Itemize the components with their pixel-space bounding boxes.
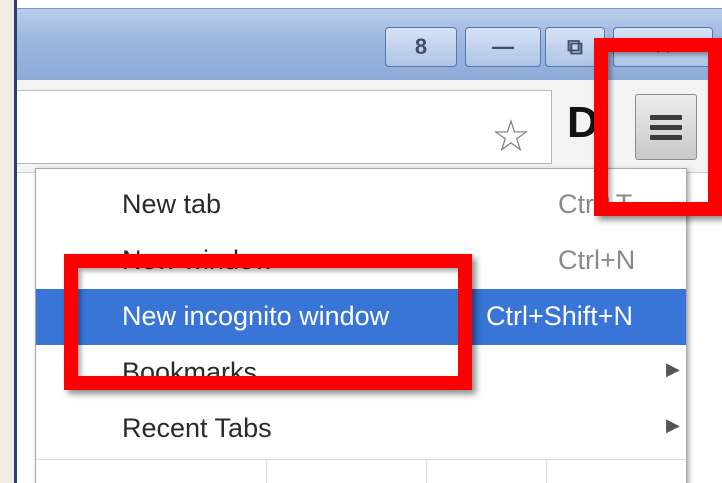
minimize-button[interactable]: — [465, 27, 541, 67]
menu-item-new-tab[interactable]: New tab Ctrl+T [36, 177, 686, 233]
annotation-box-menu-button [594, 38, 722, 216]
minimize-icon: — [492, 34, 514, 59]
menu-item-recent-tabs[interactable]: Recent Tabs ▶ [36, 401, 686, 457]
submenu-arrow-icon: ▶ [666, 359, 680, 379]
submenu-arrow-icon: ▶ [666, 415, 680, 435]
window-top-edge [17, 0, 722, 8]
user-icon: 8 [414, 34, 428, 59]
address-bar[interactable]: ☆ [17, 90, 552, 164]
bookmark-star-icon[interactable]: ☆ [487, 113, 535, 161]
menu-edit-row [36, 459, 686, 483]
restore-icon: ⧉ [567, 34, 583, 59]
user-profile-button[interactable]: 8 [385, 27, 457, 67]
annotation-box-incognito [64, 254, 472, 390]
